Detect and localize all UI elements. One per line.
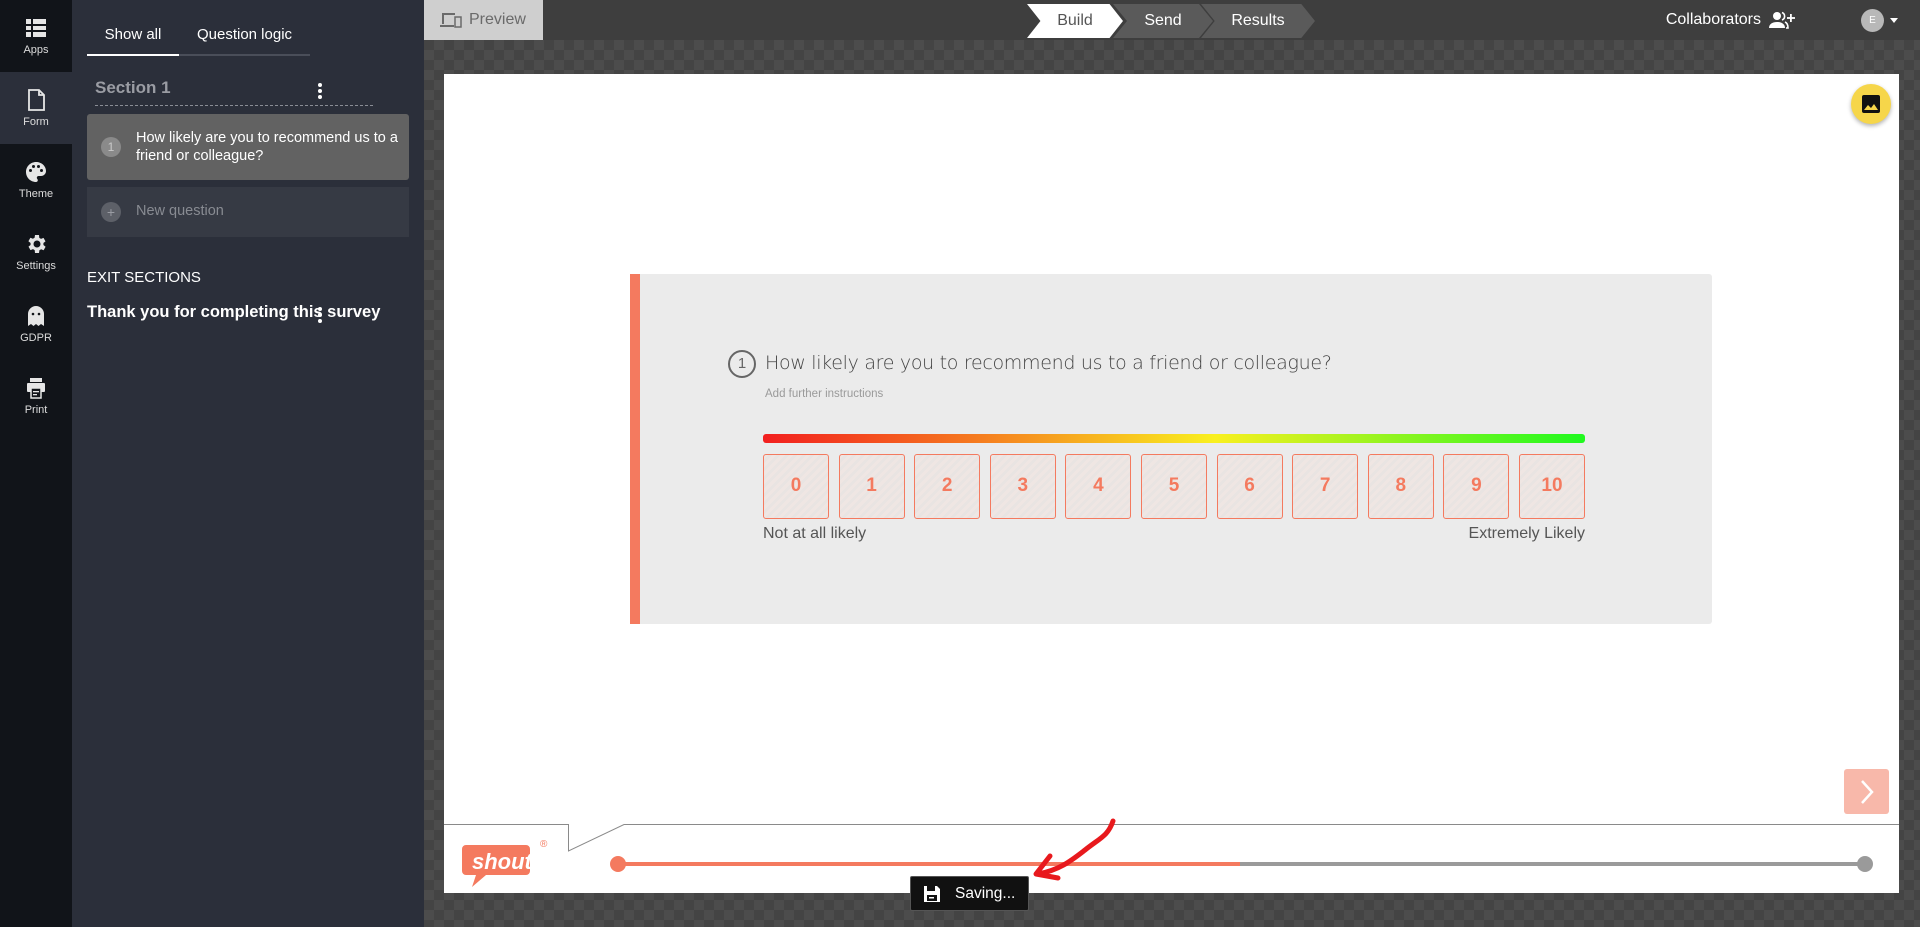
progress-end-dot (1857, 856, 1873, 872)
form-canvas: 1 How likely are you to recommend us to … (444, 74, 1899, 893)
tab-show-all[interactable]: Show all (87, 18, 179, 56)
question-number: 1 (728, 350, 756, 378)
rail-item-theme[interactable]: Theme (0, 144, 72, 216)
printer-icon (27, 378, 45, 399)
shout-logo: shout ® (462, 839, 547, 889)
saving-toast: Saving... (910, 876, 1029, 911)
rail-label: Apps (23, 44, 49, 56)
nps-option-9[interactable]: 9 (1443, 454, 1510, 519)
saving-label: Saving... (955, 884, 1016, 902)
progress-start-dot (610, 856, 626, 872)
chevron-right-icon (1860, 779, 1874, 804)
new-question-label: New question (136, 203, 224, 219)
nps-option-0[interactable]: 0 (763, 454, 829, 519)
preview-button[interactable]: Preview (424, 0, 543, 40)
rail-item-settings[interactable]: Settings (0, 216, 72, 288)
nps-option-1[interactable]: 1 (838, 454, 905, 519)
account-dropdown-icon[interactable] (1890, 18, 1898, 23)
step-results[interactable]: Results (1201, 4, 1315, 38)
next-button[interactable] (1844, 769, 1889, 814)
logo-registered-mark: ® (540, 839, 548, 850)
rail-label: Settings (16, 260, 56, 272)
ghost-icon (28, 306, 44, 326)
nps-option-10[interactable]: 10 (1519, 454, 1585, 519)
nps-option-3[interactable]: 3 (989, 454, 1056, 519)
exit-section-menu-icon[interactable] (314, 304, 326, 326)
rail-item-form[interactable]: Form (0, 72, 72, 144)
nps-option-6[interactable]: 6 (1216, 454, 1283, 519)
collaborators-button[interactable]: Collaborators (1666, 0, 1795, 40)
step-build[interactable]: Build (1027, 4, 1123, 38)
step-send[interactable]: Send (1113, 4, 1213, 38)
questions-panel: Show all Question logic Section 1 1 How … (72, 0, 424, 927)
rail-item-gdpr[interactable]: GDPR (0, 288, 72, 360)
save-icon (924, 885, 940, 902)
logo-text: shout (472, 849, 532, 874)
preview-label: Preview (469, 11, 526, 28)
add-user-icon (1769, 11, 1795, 29)
plus-icon: + (101, 202, 121, 222)
rail-item-print[interactable]: Print (0, 360, 72, 432)
tab-question-logic[interactable]: Question logic (179, 18, 310, 56)
nps-option-8[interactable]: 8 (1367, 454, 1434, 519)
nps-gradient-bar (763, 434, 1585, 443)
scale-max-label: Extremely Likely (1468, 525, 1585, 542)
image-icon (1862, 95, 1880, 113)
rail-label: Theme (18, 188, 54, 200)
question-list-text: How likely are you to recommend us to a … (136, 130, 398, 164)
nps-scale: 0 1 2 3 4 5 6 7 8 9 10 (763, 454, 1585, 519)
apps-icon (26, 19, 46, 37)
palette-icon (26, 162, 46, 182)
app-rail: Apps Form Theme Settings GDPR Print (0, 0, 72, 927)
progress-fill (616, 862, 1240, 866)
collaborators-label: Collaborators (1665, 11, 1761, 28)
nps-option-4[interactable]: 4 (1065, 454, 1132, 519)
rail-item-apps[interactable]: Apps (0, 0, 72, 72)
question-card[interactable]: 1 How likely are you to recommend us to … (630, 274, 1712, 624)
panel-tabs: Show all Question logic (87, 18, 310, 56)
instructions-field[interactable]: Add further instructions (765, 388, 883, 400)
user-avatar[interactable]: E (1861, 9, 1884, 32)
devices-icon (440, 13, 462, 28)
gear-icon (28, 235, 46, 253)
exit-section-item[interactable]: Thank you for completing this survey (87, 303, 380, 322)
rail-label: Print (24, 404, 48, 416)
new-question-button[interactable]: + New question (87, 187, 409, 237)
nps-option-2[interactable]: 2 (914, 454, 981, 519)
form-icon (28, 89, 45, 111)
exit-sections-heading: EXIT SECTIONS (87, 269, 201, 286)
nps-option-7[interactable]: 7 (1292, 454, 1359, 519)
rail-label: GDPR (20, 332, 52, 344)
nps-option-5[interactable]: 5 (1141, 454, 1207, 519)
rail-label: Form (23, 116, 49, 128)
section-menu-icon[interactable] (314, 80, 326, 102)
background-image-button[interactable] (1851, 84, 1891, 124)
question-title[interactable]: How likely are you to recommend us to a … (765, 352, 1332, 374)
question-list-item[interactable]: 1 How likely are you to recommend us to … (87, 114, 409, 180)
scale-min-label: Not at all likely (763, 525, 867, 542)
question-number-badge: 1 (101, 137, 121, 157)
top-bar: Preview Results Send Build Collaborators… (424, 0, 1920, 40)
progress-track (616, 862, 1864, 866)
section-title[interactable]: Section 1 (95, 78, 373, 106)
